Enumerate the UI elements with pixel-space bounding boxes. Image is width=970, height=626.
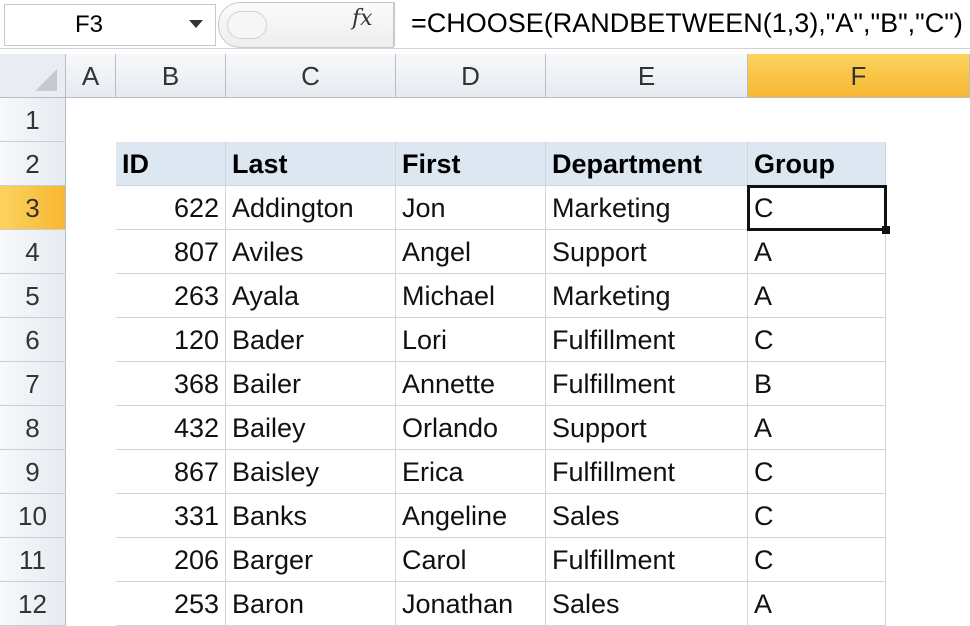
column-header-d[interactable]: D	[396, 54, 546, 98]
row-header-6[interactable]: 6	[0, 318, 66, 362]
table-cell[interactable]: 206	[116, 538, 226, 582]
table-cell[interactable]: 253	[116, 582, 226, 626]
table-cell[interactable]: 331	[116, 494, 226, 538]
table-cell[interactable]: Jon	[396, 186, 546, 230]
table-cell[interactable]: Marketing	[546, 274, 748, 318]
table-cell[interactable]: Bader	[226, 318, 396, 362]
table-cell[interactable]: 263	[116, 274, 226, 318]
fill-handle[interactable]	[882, 226, 890, 234]
table-header-cell[interactable]: Last	[226, 142, 396, 186]
column-header-f[interactable]: F	[748, 54, 970, 98]
table-cell[interactable]: 368	[116, 362, 226, 406]
table-header-cell[interactable]: First	[396, 142, 546, 186]
select-all-icon	[35, 69, 57, 91]
chevron-down-icon[interactable]	[189, 20, 203, 28]
table-cell[interactable]: Support	[546, 230, 748, 274]
grip-icon	[227, 11, 267, 39]
table-cell[interactable]: C	[748, 494, 886, 538]
table-cell[interactable]: Fulfillment	[546, 362, 748, 406]
table-cell[interactable]: 120	[116, 318, 226, 362]
table-header-cell[interactable]: ID	[116, 142, 226, 186]
table-cell[interactable]: Bailey	[226, 406, 396, 450]
table-header-cell[interactable]: Department	[546, 142, 748, 186]
name-box-value: F3	[75, 11, 104, 38]
row-header-8[interactable]: 8	[0, 406, 66, 450]
row-header-4[interactable]: 4	[0, 230, 66, 274]
row-header-9[interactable]: 9	[0, 450, 66, 494]
table-cell[interactable]: Support	[546, 406, 748, 450]
row-header-3[interactable]: 3	[0, 186, 66, 230]
table-cell[interactable]: Fulfillment	[546, 538, 748, 582]
column-header-e[interactable]: E	[546, 54, 748, 98]
name-box[interactable]: F3	[4, 4, 216, 46]
table-cell[interactable]: 867	[116, 450, 226, 494]
table-cell[interactable]: Carol	[396, 538, 546, 582]
table-cell[interactable]: B	[748, 362, 886, 406]
table-cell[interactable]: Marketing	[546, 186, 748, 230]
table-cell[interactable]: Bailer	[226, 362, 396, 406]
formula-input[interactable]: =CHOOSE(RANDBETWEEN(1,3),"A","B","C")	[394, 2, 970, 46]
column-header-b[interactable]: B	[116, 54, 226, 98]
table-cell[interactable]: 622	[116, 186, 226, 230]
row-header-1[interactable]: 1	[0, 98, 66, 142]
row-header-12[interactable]: 12	[0, 582, 66, 626]
table-cell[interactable]: Addington	[226, 186, 396, 230]
table-cell[interactable]: Fulfillment	[546, 450, 748, 494]
row-header-2[interactable]: 2	[0, 142, 66, 186]
table-cell[interactable]: Michael	[396, 274, 546, 318]
table-cell[interactable]: Erica	[396, 450, 546, 494]
row-header-11[interactable]: 11	[0, 538, 66, 582]
table-cell[interactable]: Ayala	[226, 274, 396, 318]
table-cell[interactable]: Annette	[396, 362, 546, 406]
formula-text: =CHOOSE(RANDBETWEEN(1,3),"A","B","C")	[411, 8, 963, 38]
table-cell[interactable]: Sales	[546, 494, 748, 538]
formula-bar: F3 fx =CHOOSE(RANDBETWEEN(1,3),"A","B","…	[0, 0, 970, 49]
table-header-cell[interactable]: Group	[748, 142, 886, 186]
table-cell[interactable]: 432	[116, 406, 226, 450]
table-cell[interactable]: Baron	[226, 582, 396, 626]
active-cell-cursor	[747, 185, 887, 231]
table-cell[interactable]: Angel	[396, 230, 546, 274]
table-cell[interactable]: 807	[116, 230, 226, 274]
row-header-7[interactable]: 7	[0, 362, 66, 406]
table-cell[interactable]: Barger	[226, 538, 396, 582]
insert-function-icon[interactable]: fx	[352, 6, 373, 31]
table-cell[interactable]: Banks	[226, 494, 396, 538]
table-cell[interactable]: Lori	[396, 318, 546, 362]
table-cell[interactable]: A	[748, 406, 886, 450]
table-cell[interactable]: Fulfillment	[546, 318, 748, 362]
table-cell[interactable]: Angeline	[396, 494, 546, 538]
row-header-5[interactable]: 5	[0, 274, 66, 318]
table-cell[interactable]: C	[748, 318, 886, 362]
table-cell[interactable]: Jonathan	[396, 582, 546, 626]
table-cell[interactable]: Aviles	[226, 230, 396, 274]
table-cell[interactable]: Orlando	[396, 406, 546, 450]
select-all-button[interactable]	[0, 54, 66, 98]
column-header-a[interactable]: A	[66, 54, 116, 98]
table-cell[interactable]: A	[748, 230, 886, 274]
table-cell[interactable]: Sales	[546, 582, 748, 626]
table-cell[interactable]: A	[748, 582, 886, 626]
row-header-10[interactable]: 10	[0, 494, 66, 538]
spreadsheet-grid: A B C D E F 1 2 3 4 5 6 7 8 9 10 11 12 ID Last First Departme…	[0, 54, 970, 626]
column-header-c[interactable]: C	[226, 54, 396, 98]
table-cell[interactable]: C	[748, 450, 886, 494]
table-cell[interactable]: C	[748, 538, 886, 582]
table-cell[interactable]: Baisley	[226, 450, 396, 494]
table-cell[interactable]: A	[748, 274, 886, 318]
